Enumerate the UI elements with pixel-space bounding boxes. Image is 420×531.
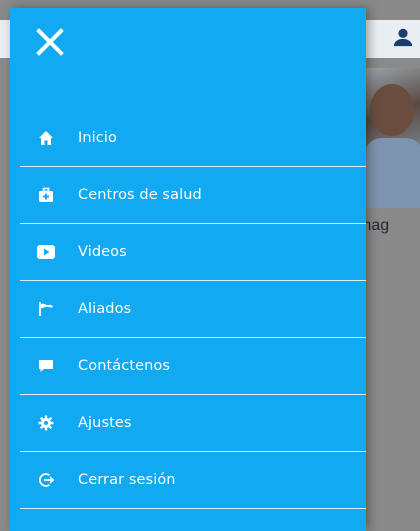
drawer-menu: Inicio Centros de salud Videos Aliados C… xyxy=(20,110,366,509)
close-button[interactable] xyxy=(34,26,66,58)
menu-item-aliados[interactable]: Aliados xyxy=(20,281,366,338)
flag-icon xyxy=(36,299,56,319)
menu-item-videos[interactable]: Videos xyxy=(20,224,366,281)
menu-item-label: Cerrar sesión xyxy=(78,472,176,488)
menu-item-centros-de-salud[interactable]: Centros de salud xyxy=(20,167,366,224)
close-icon xyxy=(36,28,64,56)
medical-kit-icon xyxy=(36,185,56,205)
user-icon[interactable] xyxy=(392,26,414,48)
chat-icon xyxy=(36,356,56,376)
home-icon xyxy=(36,128,56,148)
menu-item-contactenos[interactable]: Contáctenos xyxy=(20,338,366,395)
banner-image xyxy=(360,68,420,208)
navigation-drawer: Inicio Centros de salud Videos Aliados C… xyxy=(10,8,366,531)
menu-item-label: Inicio xyxy=(78,130,117,146)
menu-item-label: Contáctenos xyxy=(78,358,171,374)
menu-item-label: Aliados xyxy=(78,301,132,317)
menu-item-label: Videos xyxy=(78,244,127,260)
video-icon xyxy=(36,242,56,262)
menu-item-label: Centros de salud xyxy=(78,187,202,203)
gear-icon xyxy=(36,413,56,433)
menu-item-cerrar-sesion[interactable]: Cerrar sesión xyxy=(20,452,366,509)
menu-item-label: Ajustes xyxy=(78,415,132,431)
menu-item-ajustes[interactable]: Ajustes xyxy=(20,395,366,452)
menu-item-inicio[interactable]: Inicio xyxy=(20,110,366,167)
logout-icon xyxy=(36,470,56,490)
